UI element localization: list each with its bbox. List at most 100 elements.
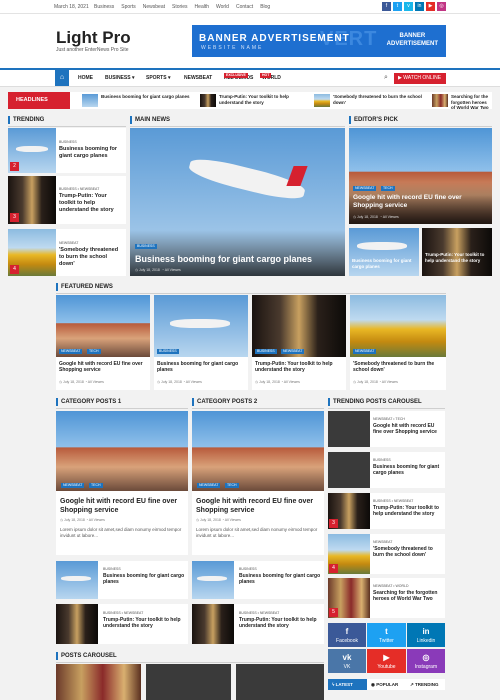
top-link-business[interactable]: Business (94, 4, 114, 10)
top-link-world[interactable]: World (216, 4, 229, 10)
vimeo-icon[interactable]: v (404, 2, 413, 11)
facebook-icon[interactable]: f (382, 2, 391, 11)
twitter-counter[interactable]: t Twitter (367, 623, 406, 647)
post-title[interactable]: Trump-Putin: Your toolkit to help unders… (255, 361, 343, 374)
tab-trending[interactable]: ↗ TRENDING (406, 679, 445, 690)
carousel-item[interactable]: 3 BUSINESS • NEWSBEAT Trump-Putin: Your … (328, 493, 445, 529)
post-title[interactable]: Business booming for giant cargo planes (59, 146, 123, 160)
trending-item[interactable]: 3 BUSINESS • NEWSBEAT Trump-Putin: Your … (8, 176, 126, 224)
post-title[interactable]: 'Somebody threatened to burn the school … (353, 361, 443, 374)
carousel-thumbnail[interactable] (56, 664, 141, 700)
carousel-item[interactable]: 5 NEWSBEAT • WORLD Searching for the for… (328, 578, 445, 618)
category-chip[interactable]: TECH (225, 483, 239, 488)
top-link-blog[interactable]: Blog (260, 4, 270, 10)
nav-world[interactable]: HOT WORLD (260, 73, 281, 81)
post-categories[interactable]: BUSINESS (373, 458, 391, 462)
category-chip[interactable]: TECH (89, 483, 103, 488)
post-title[interactable]: Google hit with record EU fine over Shop… (60, 498, 184, 516)
carousel-thumbnail[interactable] (236, 664, 324, 700)
home-icon[interactable]: ⌂ (55, 70, 69, 86)
main-news-card[interactable]: BUSINESS Business booming for giant carg… (130, 128, 345, 276)
trending-item[interactable]: 4 NEWSBEAT 'Somebody threatened to burn … (8, 229, 126, 276)
twitter-icon[interactable]: t (393, 2, 402, 11)
youtube-counter[interactable]: ▶ Youtube (367, 649, 406, 673)
nav-home[interactable]: HOME (78, 75, 93, 81)
nav-sports[interactable]: SPORTS ▾ (146, 75, 170, 81)
post-categories[interactable]: BUSINESS • NEWSBEAT (59, 187, 99, 191)
post-title[interactable]: Google hit with record EU fine over Shop… (59, 361, 147, 374)
nav-business[interactable]: BUSINESS ▾ (105, 75, 134, 81)
post-categories[interactable]: NEWSBEAT (373, 540, 392, 544)
ticker-item[interactable]: Business booming for giant cargo planes (82, 94, 192, 107)
nav-newsbeat[interactable]: NEWSBEAT (184, 75, 212, 81)
featured-card[interactable]: BUSINESS NEWSBEAT Trump-Putin: Your tool… (252, 295, 346, 390)
post-title[interactable]: Google hit with record EU fine over Shop… (373, 423, 443, 436)
post-title[interactable]: Business booming for giant cargo planes (103, 573, 185, 586)
post-categories[interactable]: BUSINESS • NEWSBEAT (103, 611, 143, 615)
editors-pick-card[interactable]: Business booming for giant cargo planes (349, 228, 419, 276)
category-chip[interactable]: BUSINESS (157, 349, 179, 354)
editors-pick-top-card[interactable]: NEWSBEAT TECH Google hit with record EU … (349, 128, 492, 224)
youtube-icon[interactable]: ▶ (426, 2, 435, 11)
featured-card[interactable]: BUSINESS Business booming for giant carg… (154, 295, 248, 390)
main-news-title[interactable]: Business booming for giant cargo planes (135, 254, 340, 265)
top-link-health[interactable]: Health (195, 4, 209, 10)
post-title[interactable]: Trump-Putin: Your toolkit to help unders… (239, 617, 321, 630)
carousel-item[interactable]: 4 NEWSBEAT 'Somebody threatened to burn … (328, 534, 445, 574)
top-link-newsbeat[interactable]: Newsbeat (143, 4, 165, 10)
carousel-thumbnail[interactable] (146, 664, 231, 700)
category-chip[interactable]: NEWSBEAT (61, 483, 85, 488)
site-logo[interactable]: Light Pro (56, 28, 131, 48)
post-categories[interactable]: BUSINESS (59, 140, 77, 144)
carousel-item[interactable]: NEWSBEAT • TECH Google hit with record E… (328, 411, 445, 447)
featured-card[interactable]: NEWSBEAT 'Somebody threatened to burn th… (350, 295, 446, 390)
category-chip[interactable]: TECH (87, 349, 101, 354)
category-chip[interactable]: NEWSBEAT (59, 349, 83, 354)
vk-counter[interactable]: vk VK (328, 649, 366, 673)
category-post-card[interactable]: NEWSBEAT TECH Google hit with record EU … (56, 411, 188, 555)
top-link-sports[interactable]: Sports (121, 4, 135, 10)
post-title[interactable]: Business booming for giant cargo planes (239, 573, 321, 586)
top-link-stories[interactable]: Stories (172, 4, 188, 10)
post-categories[interactable]: BUSINESS • NEWSBEAT (239, 611, 279, 615)
ticker-item[interactable]: Trump-Putin: Your toolkit to help unders… (200, 94, 310, 107)
list-item[interactable]: BUSINESS • NEWSBEAT Trump-Putin: Your to… (56, 604, 188, 644)
top-link-contact[interactable]: Contact (236, 4, 253, 10)
linkedin-counter[interactable]: in Linkedin (407, 623, 445, 647)
ticker-item[interactable]: Searching for the forgotten heroes of Wo… (432, 94, 492, 111)
tab-latest[interactable]: ϟ LATEST (328, 679, 367, 690)
category-chip[interactable]: NEWSBEAT (353, 349, 377, 354)
facebook-counter[interactable]: f Facebook (328, 623, 366, 647)
post-categories[interactable]: NEWSBEAT • TECH (373, 417, 405, 421)
list-item[interactable]: BUSINESS Business booming for giant carg… (56, 561, 188, 599)
banner-advertisement[interactable]: VERT BANNER ADVERTISEMENT WEBSITE NAME B… (192, 25, 446, 57)
category-post-card[interactable]: NEWSBEAT TECH Google hit with record EU … (192, 411, 324, 555)
category-chip[interactable]: BUSINESS (135, 244, 157, 249)
post-categories[interactable]: NEWSBEAT (59, 241, 78, 245)
post-title[interactable]: Google hit with record EU fine over Shop… (353, 194, 488, 210)
post-title[interactable]: Business booming for giant cargo planes (157, 361, 245, 374)
ticker-item[interactable]: 'Somebody threatened to burn the school … (314, 94, 426, 107)
list-item[interactable]: BUSINESS Business booming for giant carg… (192, 561, 324, 599)
category-chip[interactable]: BUSINESS (255, 349, 277, 354)
instagram-counter[interactable]: ◎ Instagram (407, 649, 445, 673)
post-categories[interactable]: BUSINESS (103, 567, 121, 571)
post-title[interactable]: Trump-Putin: Your toolkit to help unders… (59, 193, 123, 214)
category-chip[interactable]: TECH (381, 186, 395, 191)
category-chip[interactable]: NEWSBEAT (281, 349, 305, 354)
post-title[interactable]: Business booming for giant cargo planes (352, 258, 416, 269)
nav-all-demos[interactable]: EXCLUSIVE ALL DEMOS (224, 73, 253, 81)
post-title[interactable]: Trump-Putin: Your toolkit to help unders… (425, 252, 489, 263)
editors-pick-card[interactable]: Trump-Putin: Your toolkit to help unders… (422, 228, 492, 276)
post-title[interactable]: Searching for the forgotten heroes of Wo… (373, 590, 443, 603)
category-chip[interactable]: NEWSBEAT (353, 186, 377, 191)
featured-card[interactable]: NEWSBEAT TECH Google hit with record EU … (56, 295, 150, 390)
post-title[interactable]: Trump-Putin: Your toolkit to help unders… (373, 505, 443, 518)
tab-popular[interactable]: ◉ POPULAR (367, 679, 406, 690)
trending-item[interactable]: 2 BUSINESS Business booming for giant ca… (8, 128, 126, 173)
post-categories[interactable]: BUSINESS (239, 567, 257, 571)
post-title[interactable]: Google hit with record EU fine over Shop… (196, 498, 320, 516)
post-title[interactable]: Trump-Putin: Your toolkit to help unders… (103, 617, 185, 630)
search-icon[interactable]: ⌕ (384, 74, 388, 82)
watch-online-button[interactable]: ▶ WATCH ONLINE (394, 73, 446, 84)
